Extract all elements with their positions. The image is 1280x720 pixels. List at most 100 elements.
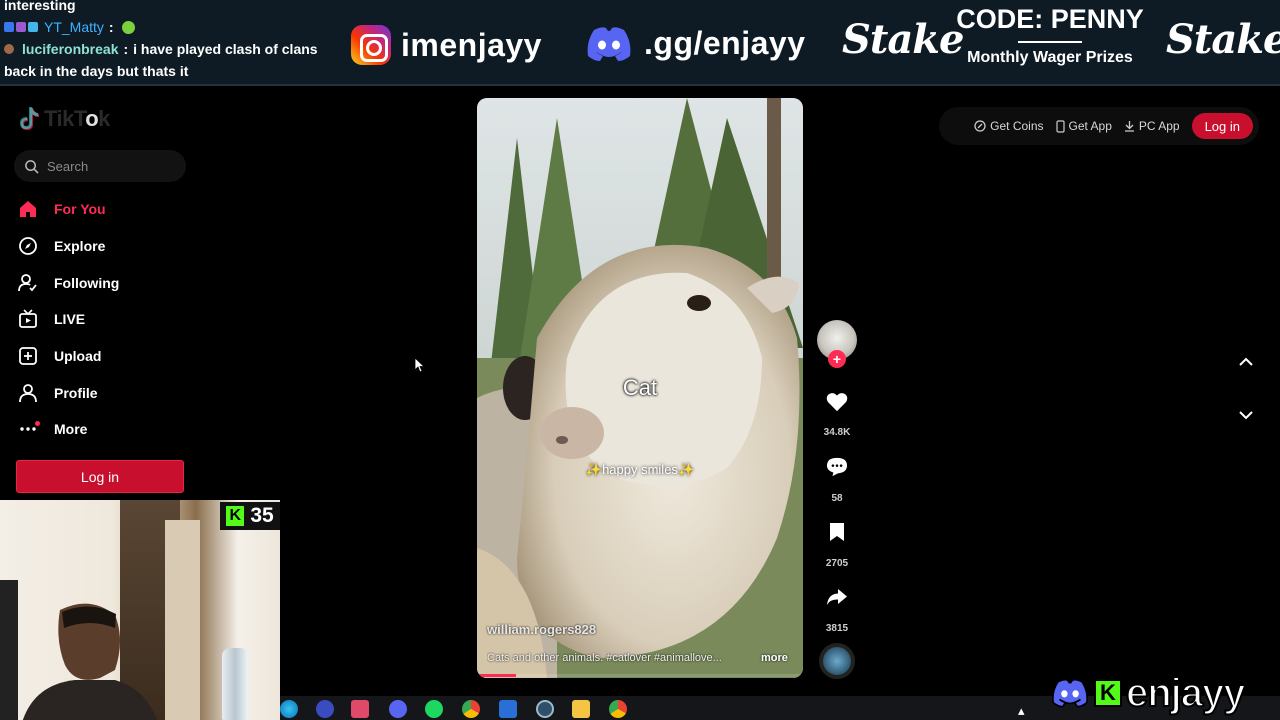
video-caption-main: Cat xyxy=(622,375,658,400)
pc-app-link[interactable]: PC App xyxy=(1124,119,1180,133)
wordmark-part: o xyxy=(85,106,99,131)
vivaldi-icon[interactable] xyxy=(316,700,334,718)
like-button[interactable] xyxy=(822,388,852,416)
share-count: 3815 xyxy=(825,623,849,634)
sidebar-item-more[interactable]: More xyxy=(18,411,188,448)
sidebar-item-label: Upload xyxy=(54,348,102,365)
following-icon xyxy=(18,273,38,293)
instagram-icon xyxy=(351,25,391,65)
header-login-button[interactable]: Log in xyxy=(1191,113,1253,139)
sidebar-item-upload[interactable]: Upload xyxy=(18,338,188,375)
chrome-icon[interactable] xyxy=(609,700,627,718)
promo-subtitle: Monthly Wager Prizes xyxy=(967,49,1133,66)
chat-text-continued: back in the days but thats it xyxy=(4,63,189,79)
video-progress-bar[interactable] xyxy=(477,674,803,677)
water-bottle xyxy=(222,648,248,720)
promo-divider xyxy=(1018,41,1082,43)
save-count: 2705 xyxy=(825,558,849,569)
sidebar-item-label: For You xyxy=(54,201,106,218)
heart-icon xyxy=(826,393,848,412)
chat-colon: : xyxy=(123,41,129,57)
chat-line: interesting xyxy=(4,0,334,16)
phone-icon xyxy=(1055,119,1065,133)
sidebar-item-label: Explore xyxy=(54,238,106,255)
system-tray-caret-icon[interactable]: ▴ xyxy=(1018,703,1025,719)
file-explorer-icon[interactable] xyxy=(572,700,590,718)
video-player[interactable]: Cat ✨happy smiles✨ william.rogers828 Cat… xyxy=(477,98,803,678)
save-button[interactable] xyxy=(822,518,852,546)
discord-invite-text: .gg/enjayy xyxy=(644,25,806,61)
tiktok-logo[interactable]: TikTok xyxy=(18,106,110,132)
chevron-up-icon[interactable] xyxy=(1236,352,1256,372)
sidebar-item-label: LIVE xyxy=(54,311,86,328)
chat-message: luciferonbreak : i have played clash of … xyxy=(4,38,334,60)
chat-colon: : xyxy=(108,19,114,35)
get-app-label: Get App xyxy=(1068,119,1112,133)
stream-chat: interesting YT_Matty : luciferonbreak : … xyxy=(4,0,334,82)
spotify-icon[interactable] xyxy=(425,700,443,718)
compass-icon xyxy=(18,236,38,256)
login-button[interactable]: Log in xyxy=(16,460,184,493)
get-coins-label: Get Coins xyxy=(990,119,1044,133)
sidebar-item-for-you[interactable]: For You xyxy=(18,191,188,228)
streamer-figure xyxy=(22,603,157,720)
get-app-link[interactable]: Get App xyxy=(1055,119,1112,133)
discord-icon xyxy=(1052,678,1088,708)
download-icon xyxy=(1124,121,1134,132)
chevron-down-icon[interactable] xyxy=(1236,405,1256,425)
video-caption-sub: ✨happy smiles✨ xyxy=(477,462,803,478)
edge-icon[interactable] xyxy=(280,700,298,718)
snipping-tool-icon[interactable] xyxy=(351,700,369,718)
live-icon xyxy=(18,309,38,329)
sparkle-icon: ✨ xyxy=(677,462,695,477)
sparkle-icon: ✨ xyxy=(585,462,603,477)
more-icon xyxy=(18,419,40,439)
clock-app-icon[interactable] xyxy=(536,700,554,718)
sidebar-item-label: Following xyxy=(54,274,120,291)
sidebar-item-live[interactable]: LIVE xyxy=(18,301,188,338)
kick-viewer-badge: K 35 xyxy=(220,502,280,530)
chat-avatar-icon xyxy=(4,44,14,54)
discord-taskbar-icon[interactable] xyxy=(389,700,407,718)
chat-username: YT_Matty xyxy=(44,19,104,35)
caption-sub-text: happy smiles xyxy=(602,462,678,477)
search-input[interactable] xyxy=(47,158,167,174)
instagram-handle: imenjayy xyxy=(351,25,542,65)
bookmark-icon xyxy=(830,523,844,541)
video-description: Cats and other animals. #catlover #anima… xyxy=(487,652,722,664)
instagram-handle-text: imenjayy xyxy=(401,26,542,63)
sidebar-item-following[interactable]: Following xyxy=(18,264,188,301)
search-icon xyxy=(25,159,39,174)
follow-plus-icon[interactable]: + xyxy=(828,350,846,368)
profile-icon xyxy=(18,383,38,403)
calculator-icon[interactable] xyxy=(499,700,517,718)
sidebar-item-label: Profile xyxy=(54,384,98,401)
banner-divider xyxy=(0,84,1280,86)
tiktok-note-icon xyxy=(20,107,39,130)
brand-name: enjayy xyxy=(1125,670,1247,716)
search-bar[interactable] xyxy=(14,150,186,182)
comment-icon xyxy=(827,457,847,477)
pc-app-label: PC App xyxy=(1138,119,1180,133)
discord-invite: .gg/enjayy xyxy=(584,25,806,62)
sidebar-item-profile[interactable]: Profile xyxy=(18,374,188,411)
notification-dot xyxy=(35,421,40,427)
chat-username: luciferonbreak xyxy=(22,41,119,57)
mouse-cursor-icon xyxy=(415,358,425,372)
get-coins-link[interactable]: Get Coins xyxy=(974,119,1044,133)
webcam-feed xyxy=(0,500,280,720)
description-more-link[interactable]: more xyxy=(761,652,788,664)
stake-logo: Stake xyxy=(842,16,964,63)
sidebar-item-explore[interactable]: Explore xyxy=(18,228,188,265)
share-button[interactable] xyxy=(822,583,852,611)
comment-button[interactable] xyxy=(822,453,852,481)
discord-icon xyxy=(587,26,631,61)
kick-icon: K xyxy=(1094,679,1122,707)
chat-message: YT_Matty : xyxy=(4,16,334,38)
chat-badge-icon xyxy=(4,22,14,32)
chrome-icon[interactable] xyxy=(462,700,480,718)
stake-logo: Stake xyxy=(1166,16,1280,63)
sidebar-item-label: More xyxy=(54,421,88,438)
music-disc-icon[interactable] xyxy=(819,643,855,679)
video-author[interactable]: william.rogers828 xyxy=(487,622,596,637)
